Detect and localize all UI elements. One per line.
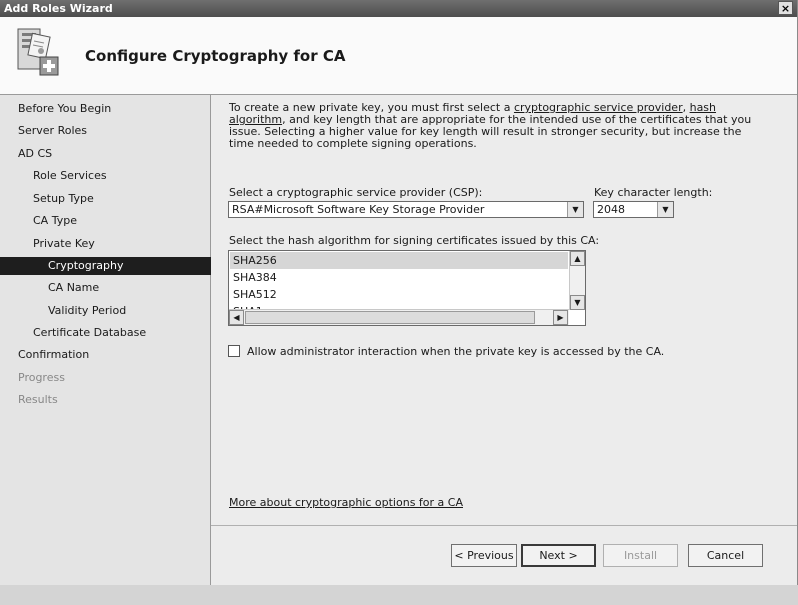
csp-dropdown[interactable]: RSA#Microsoft Software Key Storage Provi…	[228, 201, 584, 218]
scroll-up-icon[interactable]: ▲	[570, 251, 585, 266]
nav-item-server-roles[interactable]: Server Roles	[0, 122, 228, 140]
csp-selected-value: RSA#Microsoft Software Key Storage Provi…	[232, 203, 485, 216]
csp-label: Select a cryptographic service provider …	[229, 186, 483, 199]
scroll-left-icon[interactable]: ◀	[229, 310, 244, 325]
nav-item-role-services[interactable]: Role Services	[0, 167, 243, 185]
list-item[interactable]: SHA512	[230, 286, 568, 303]
scroll-right-icon[interactable]: ▶	[553, 310, 568, 325]
footer-divider	[211, 525, 797, 526]
nav-item-results: Results	[18, 393, 58, 406]
chevron-down-icon[interactable]: ▼	[657, 202, 673, 217]
wizard-content: To create a new private key, you must fi…	[211, 95, 797, 585]
admin-interaction-label[interactable]: Allow administrator interaction when the…	[247, 345, 664, 358]
server-role-icon	[17, 28, 59, 76]
wizard-header: Configure Cryptography for CA	[0, 17, 797, 95]
nav-item-private-key[interactable]: Private Key	[0, 235, 243, 253]
nav-item-certificate-database[interactable]: Certificate Database	[0, 324, 243, 342]
add-roles-wizard-window: Add Roles Wizard × Configure Cryptograph…	[0, 0, 798, 585]
nav-item-ca-type[interactable]: CA Type	[0, 212, 243, 230]
key-length-label: Key character length:	[594, 186, 713, 199]
vertical-scrollbar[interactable]: ▲ ▼	[569, 251, 585, 310]
list-item[interactable]: SHA384	[230, 269, 568, 286]
hash-algorithm-listbox[interactable]: SHA256 SHA384 SHA512 SHA1 ▲ ▼ ◀ ▶	[228, 250, 586, 326]
nav-item-progress: Progress	[18, 371, 65, 384]
chevron-down-icon[interactable]: ▼	[567, 202, 583, 217]
title-bar[interactable]: Add Roles Wizard ×	[0, 0, 797, 17]
bottom-strip	[0, 586, 798, 605]
install-button: Install	[603, 544, 678, 567]
more-crypto-options-link[interactable]: More about cryptographic options for a C…	[229, 496, 463, 509]
scroll-down-icon[interactable]: ▼	[570, 295, 585, 310]
description-text: To create a new private key, you must fi…	[229, 102, 769, 150]
nav-item-confirmation[interactable]: Confirmation	[0, 346, 228, 364]
cancel-button[interactable]: Cancel	[688, 544, 763, 567]
window-title: Add Roles Wizard	[4, 2, 113, 15]
list-item[interactable]: SHA256	[230, 252, 568, 269]
page-title: Configure Cryptography for CA	[85, 47, 346, 65]
admin-interaction-checkbox[interactable]	[228, 345, 240, 357]
wizard-steps-nav: Before You Begin Server Roles AD CS Role…	[0, 95, 258, 585]
previous-button[interactable]: < Previous	[451, 544, 517, 567]
horizontal-scrollbar[interactable]: ◀ ▶	[229, 309, 569, 325]
next-button[interactable]: Next >	[521, 544, 596, 567]
key-length-dropdown[interactable]: 2048 ▼	[593, 201, 674, 218]
description-part: , and key length that are appropriate fo…	[229, 113, 752, 150]
nav-item-setup-type[interactable]: Setup Type	[0, 190, 243, 208]
nav-item-before-you-begin[interactable]: Before You Begin	[0, 100, 228, 118]
nav-item-ad-cs[interactable]: AD CS	[0, 145, 228, 163]
scroll-thumb[interactable]	[245, 311, 535, 324]
close-icon[interactable]: ×	[778, 1, 793, 15]
key-length-selected-value: 2048	[597, 203, 625, 216]
hash-label: Select the hash algorithm for signing ce…	[229, 234, 600, 247]
